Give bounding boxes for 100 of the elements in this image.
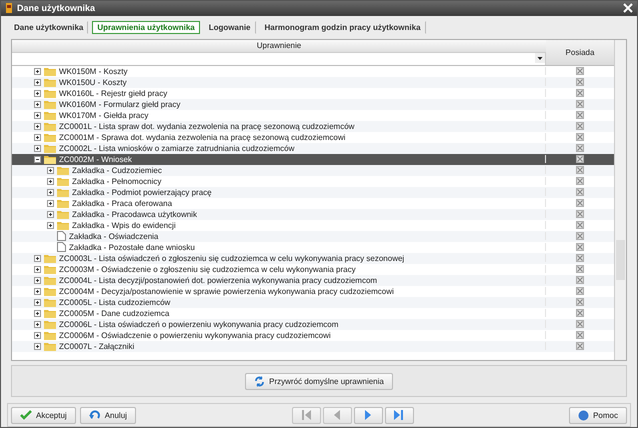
checkbox[interactable] <box>576 177 584 186</box>
tree-row[interactable]: ZC0002L - Lista wniosków o zamiarze zatrudniania cudzoziemców <box>12 142 614 154</box>
checkbox[interactable] <box>576 78 584 86</box>
checkbox[interactable] <box>576 232 584 240</box>
expander-icon[interactable] <box>47 178 54 185</box>
expander-icon[interactable] <box>34 342 41 350</box>
tree-row[interactable]: WK0150M - Koszty <box>12 66 614 77</box>
tree-row[interactable]: WK0150U - Koszty <box>12 76 614 88</box>
permission-label: ZC0002M - Wniosek <box>59 154 132 164</box>
expander-icon[interactable] <box>34 310 41 317</box>
close-icon[interactable] <box>623 3 633 14</box>
expander-icon[interactable] <box>47 188 54 196</box>
restore-button[interactable]: Przywróć domyślne uprawnienia <box>245 372 393 390</box>
checkbox[interactable] <box>576 166 584 174</box>
checkbox[interactable] <box>576 331 584 340</box>
checkbox[interactable] <box>576 122 584 130</box>
tree-row[interactable]: Zakładka - Praca oferowana <box>12 198 614 209</box>
folder-icon <box>44 286 56 296</box>
tree-row[interactable]: Zakładka - Pełnomocnicy <box>12 176 614 187</box>
checkbox[interactable] <box>576 320 584 328</box>
tab[interactable]: Uprawnienia użytkownika <box>92 21 200 34</box>
expander-icon[interactable] <box>47 166 54 174</box>
expander-icon[interactable] <box>34 332 41 339</box>
tree-row[interactable]: WK0160L - Rejestr giełd pracy <box>12 88 614 99</box>
checkbox[interactable] <box>576 243 584 252</box>
expander-icon[interactable] <box>47 222 54 229</box>
checkbox[interactable] <box>576 133 584 142</box>
checkbox[interactable] <box>576 67 584 76</box>
permission-label: Zakładka - Pełnomocnicy <box>72 176 162 186</box>
checkbox[interactable] <box>576 144 584 152</box>
tab[interactable]: Logowanie <box>204 21 256 34</box>
checkbox[interactable] <box>576 100 584 108</box>
expander-icon[interactable] <box>34 276 41 284</box>
checkbox[interactable] <box>576 188 584 196</box>
folder-icon <box>44 154 56 164</box>
checkbox[interactable] <box>576 265 584 274</box>
column-header[interactable]: Uprawnienie <box>12 40 546 53</box>
expander-icon[interactable] <box>34 266 41 273</box>
tree-row[interactable]: WK0170M - Giełda pracy <box>12 110 614 121</box>
scrollbar[interactable] <box>614 40 626 360</box>
expander-icon[interactable] <box>34 122 41 130</box>
tree-row[interactable]: ZC0004M - Decyzja/postanowienie w sprawie powierzenia wykonywania pracy cudzoziemcowi <box>12 286 614 297</box>
tree-row[interactable]: ZC0006L - Lista oświadczeń o powierzeniu wykonywania pracy cudzoziemcom <box>12 318 614 330</box>
tree-row[interactable]: ZC0003L - Lista oświadczeń o zgłoszeniu się cudzoziemca w celu wykonywania pracy sezonowej <box>12 252 614 264</box>
tree-row[interactable]: Zakładka - Wpis do ewidencji <box>12 220 614 231</box>
tree-row[interactable]: ZC0002M - Wniosek <box>12 154 614 165</box>
checkbox[interactable] <box>576 287 584 296</box>
tree-row[interactable]: Zakładka - Podmiot powierzający pracę <box>12 186 614 198</box>
expander-icon[interactable] <box>34 254 41 262</box>
expander-icon[interactable] <box>34 68 41 75</box>
document-icon <box>57 242 66 252</box>
expander-icon[interactable] <box>34 134 41 141</box>
tab[interactable]: Harmonogram godzin pracy użytkownika <box>260 21 426 34</box>
checkbox[interactable] <box>576 309 584 318</box>
tree-row[interactable]: WK0160M - Formularz giełd pracy <box>12 98 614 110</box>
checkbox[interactable] <box>576 342 584 350</box>
permission-label: Zakładka - Pozostałe dane wniosku <box>69 242 195 252</box>
expander-icon[interactable] <box>34 320 41 328</box>
tree-row[interactable]: ZC0005L - Lista cudzoziemców <box>12 296 614 308</box>
checkbox[interactable] <box>576 298 584 306</box>
expander-icon[interactable] <box>34 112 41 119</box>
expander-icon[interactable] <box>34 156 41 163</box>
tree-row[interactable]: ZC0003M - Oświadczenie o zgłoszeniu się cudzoziemca w celu wykonywania pracy <box>12 264 614 275</box>
help-button[interactable]: Pomoc <box>569 406 627 424</box>
expander-icon[interactable] <box>34 78 41 86</box>
tree-row[interactable]: ZC0006M - Oświadczenie o powierzeniu wykonywania pracy cudzoziemcowi <box>12 330 614 341</box>
expander-icon[interactable] <box>34 298 41 306</box>
expander-icon[interactable] <box>47 210 54 218</box>
expander-icon[interactable] <box>34 144 41 152</box>
tree-row[interactable]: Zakładka - Cudzoziemiec <box>12 164 614 176</box>
cancel-button[interactable]: Anuluj <box>80 406 136 424</box>
tree-row[interactable]: ZC0001L - Lista spraw dot. wydania zezwolenia na pracę sezonową cudzoziemców <box>12 120 614 132</box>
expander-icon[interactable] <box>34 288 41 295</box>
checkbox[interactable] <box>576 276 584 284</box>
checkbox[interactable] <box>576 199 584 208</box>
column-header[interactable]: Posiada <box>546 40 614 65</box>
permission-label: ZC0006M - Oświadczenie o powierzeniu wykonywania pracy cudzoziemcowi <box>59 330 331 340</box>
checkbox[interactable] <box>576 111 584 120</box>
checkbox[interactable] <box>576 221 584 230</box>
expander-icon[interactable] <box>47 200 54 207</box>
tree-row[interactable]: ZC0005M - Dane cudzoziemca <box>12 308 614 319</box>
dropdown-icon[interactable] <box>535 52 545 63</box>
accept-button[interactable]: Akceptuj <box>11 406 76 424</box>
permission-label: WK0160M - Formularz giełd pracy <box>59 100 180 109</box>
tree-row[interactable]: Zakładka - Pracodawca użytkownik <box>12 208 614 220</box>
tree-row[interactable]: ZC0004L - Lista decyzji/postanowień dot. powierzenia wykonywania pracy cudzoziemcom <box>12 274 614 286</box>
next-button[interactable] <box>354 406 383 424</box>
checkbox[interactable] <box>576 89 584 98</box>
tree-row[interactable]: Zakładka - Pozostałe dane wniosku <box>12 242 614 253</box>
checkbox[interactable] <box>576 155 584 164</box>
checkbox[interactable] <box>576 210 584 218</box>
permission-label: ZC0005L - Lista cudzoziemców <box>59 298 170 307</box>
checkbox[interactable] <box>576 254 584 262</box>
tree-row[interactable]: Zakładka - Oświadczenia <box>12 230 614 242</box>
tab[interactable]: Dane użytkownika <box>9 21 88 34</box>
expander-icon[interactable] <box>34 90 41 97</box>
tree-row[interactable]: ZC0007L - Załączniki <box>12 340 614 352</box>
tree-row[interactable]: ZC0001M - Sprawa dot. wydania zezwolenia na pracę sezonową cudzoziemcowi <box>12 132 614 143</box>
last-button[interactable] <box>384 406 414 424</box>
expander-icon[interactable] <box>34 100 41 108</box>
